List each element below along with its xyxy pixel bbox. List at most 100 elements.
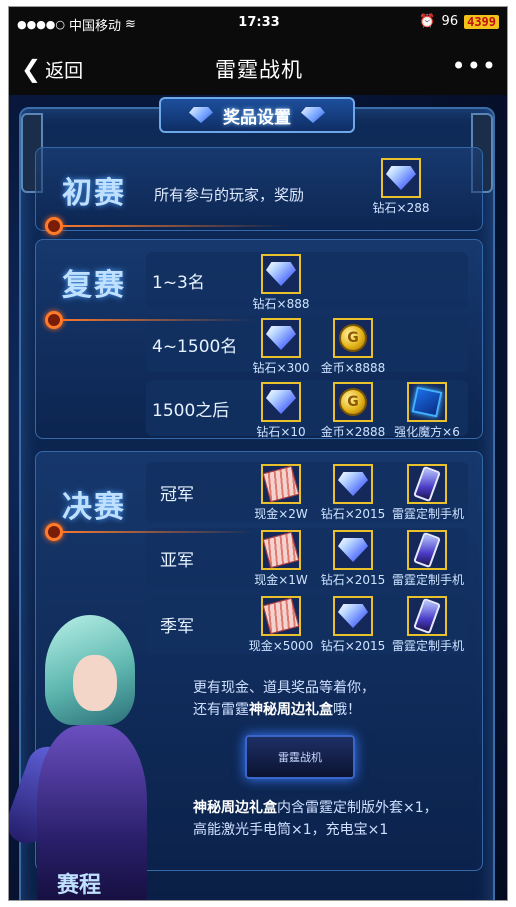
prize-caption: 钻石×2015 [320,573,386,587]
diamond-icon [301,107,325,123]
coin-icon: G [339,388,367,416]
prize-settings-header: 奖品设置 [159,97,355,133]
diamond-icon [338,472,368,496]
bonus-line2-post: 哦！ [333,702,361,718]
prize-item: 钻石×888 [246,254,316,312]
rank-row: 1~3名 钻石×888 [146,252,468,311]
mystery-gift-box-image: 雷霆战机 [245,735,355,779]
phone-icon [413,465,441,503]
status-right: ⏰ 96 4399 [419,14,499,29]
semifinal-section: 复赛 1~3名 钻石×888 4~1500名 钻石×300 G 金币×8888 [35,239,483,439]
diamond-icon [338,604,368,628]
prize-caption: 现金×2W [254,507,308,521]
rank-row: 季军 现金×5000 钻石×2015 雷霆定制手机 [146,594,468,654]
prize-page: 奖品设置 初赛 所有参与的玩家，奖励 钻石×288 复赛 1~3名 钻石×888 [9,95,507,900]
prelim-label: 初赛 [62,176,126,211]
prize-caption: 现金×1W [254,573,308,587]
cash-icon [262,531,300,569]
bonus-line2: 还有雷霆神秘周边礼盒哦！ [193,699,375,721]
prize-caption: 强化魔方×6 [394,425,460,439]
prize-icon-frame [407,530,447,570]
rank-row: 冠军 现金×2W 钻石×2015 雷霆定制手机 [146,462,468,522]
prize-icon-frame [381,158,421,198]
prize-icon-frame [261,464,301,504]
prize-item: 强化魔方×6 [392,382,462,440]
gift-box-description: 神秘周边礼盒内含雷霆定制版外套×1， 高能激光手电筒×1，充电宝×1 [193,797,438,841]
diamond-icon [189,107,213,123]
timeline-marker [45,217,63,235]
diamond-icon [266,390,296,414]
page-title: 雷霆战机 [215,58,303,82]
alarm-icon: ⏰ [419,14,436,29]
diamond-icon [386,166,416,190]
gift-desc-text: 内含雷霆定制版外套×1， [277,800,438,816]
prize-item: 钻石×300 [246,318,316,376]
prelim-desc: 所有参与的玩家，奖励 [154,186,305,204]
cash-icon [262,597,300,635]
prize-icon-frame: G [333,382,373,422]
prize-caption: 钻石×888 [252,297,310,311]
prize-icon-frame [261,254,301,294]
nav-bar: ❮ 返回 雷霆战机 ••• [9,41,507,95]
phone-screen: ●●●●○ 中国移动 ≋ 17:33 ⏰ 96 4399 ❮ 返回 雷霆战机 •… [8,6,508,901]
timeline-marker [45,311,63,329]
phone-icon [413,597,441,635]
prize-caption: 雷霆定制手机 [392,639,465,653]
timeline-line [55,225,285,227]
timeline-line [55,319,255,321]
gift-desc-line1: 神秘周边礼盒内含雷霆定制版外套×1， [193,797,438,819]
prize-item: G 金币×2888 [318,382,388,440]
prize-icon-frame [407,382,447,422]
gift-desc-line2: 高能激光手电筒×1，充电宝×1 [193,822,389,838]
more-button[interactable]: ••• [452,52,497,80]
prize-item: 雷霆定制手机 [392,530,465,588]
status-bar: ●●●●○ 中国移动 ≋ 17:33 ⏰ 96 4399 [9,7,507,41]
prize-caption: 钻石×2015 [320,507,386,521]
diamond-icon [266,326,296,350]
magic-cube-icon [411,386,443,418]
prize-caption: 钻石×300 [252,361,310,375]
prize-item: 现金×2W [246,464,316,522]
prize-item: G 金币×8888 [318,318,388,376]
header-title: 奖品设置 [223,107,291,128]
prize-icon-frame: G [333,318,373,358]
prize-icon-frame [407,464,447,504]
prize-caption: 雷霆定制手机 [392,573,465,587]
prize-item: 雷霆定制手机 [392,596,465,654]
rank-label: 亚军 [160,551,194,571]
prize-icon-frame [333,530,373,570]
final-label: 决赛 [62,490,126,525]
prize-item: 钻石×10 [246,382,316,440]
prize-icon-frame [407,596,447,636]
watermark-logo: 4399 [464,14,499,29]
semifinal-label: 复赛 [62,268,126,303]
bonus-intro: 更有现金、道具奖品等着你， 还有雷霆神秘周边礼盒哦！ [193,677,375,721]
prize-icon-frame [261,382,301,422]
rank-row: 4~1500名 钻石×300 G 金币×8888 [146,316,468,375]
prize-item: 钻石×288 [366,158,436,216]
gift-box-logo: 雷霆战机 [278,751,322,764]
rank-label: 1~3名 [152,273,205,293]
character-face [73,655,117,711]
rank-label: 季军 [160,617,194,637]
prize-caption: 现金×5000 [248,639,314,653]
prize-icon-frame [333,464,373,504]
prize-icon-frame [333,596,373,636]
prize-item: 钻石×2015 [318,530,388,588]
diamond-icon [266,262,296,286]
prize-caption: 钻石×10 [256,425,306,439]
prize-caption: 金币×8888 [320,361,386,375]
prize-caption: 钻石×2015 [320,639,386,653]
gift-desc-highlight: 神秘周边礼盒 [193,800,277,816]
rank-row: 亚军 现金×1W 钻石×2015 雷霆定制手机 [146,528,468,588]
timeline-line [55,531,255,533]
bonus-line1: 更有现金、道具奖品等着你， [193,680,375,696]
character-illustration [9,615,157,900]
battery-percent: 96 [441,14,459,29]
prize-icon-frame [261,530,301,570]
prize-item: 现金×5000 [246,596,316,654]
prize-item: 现金×1W [246,530,316,588]
schedule-label: 赛程 [57,873,102,898]
prize-icon-frame [261,318,301,358]
rank-row: 1500之后 钻石×10 G 金币×2888 强化魔方×6 [146,380,468,439]
